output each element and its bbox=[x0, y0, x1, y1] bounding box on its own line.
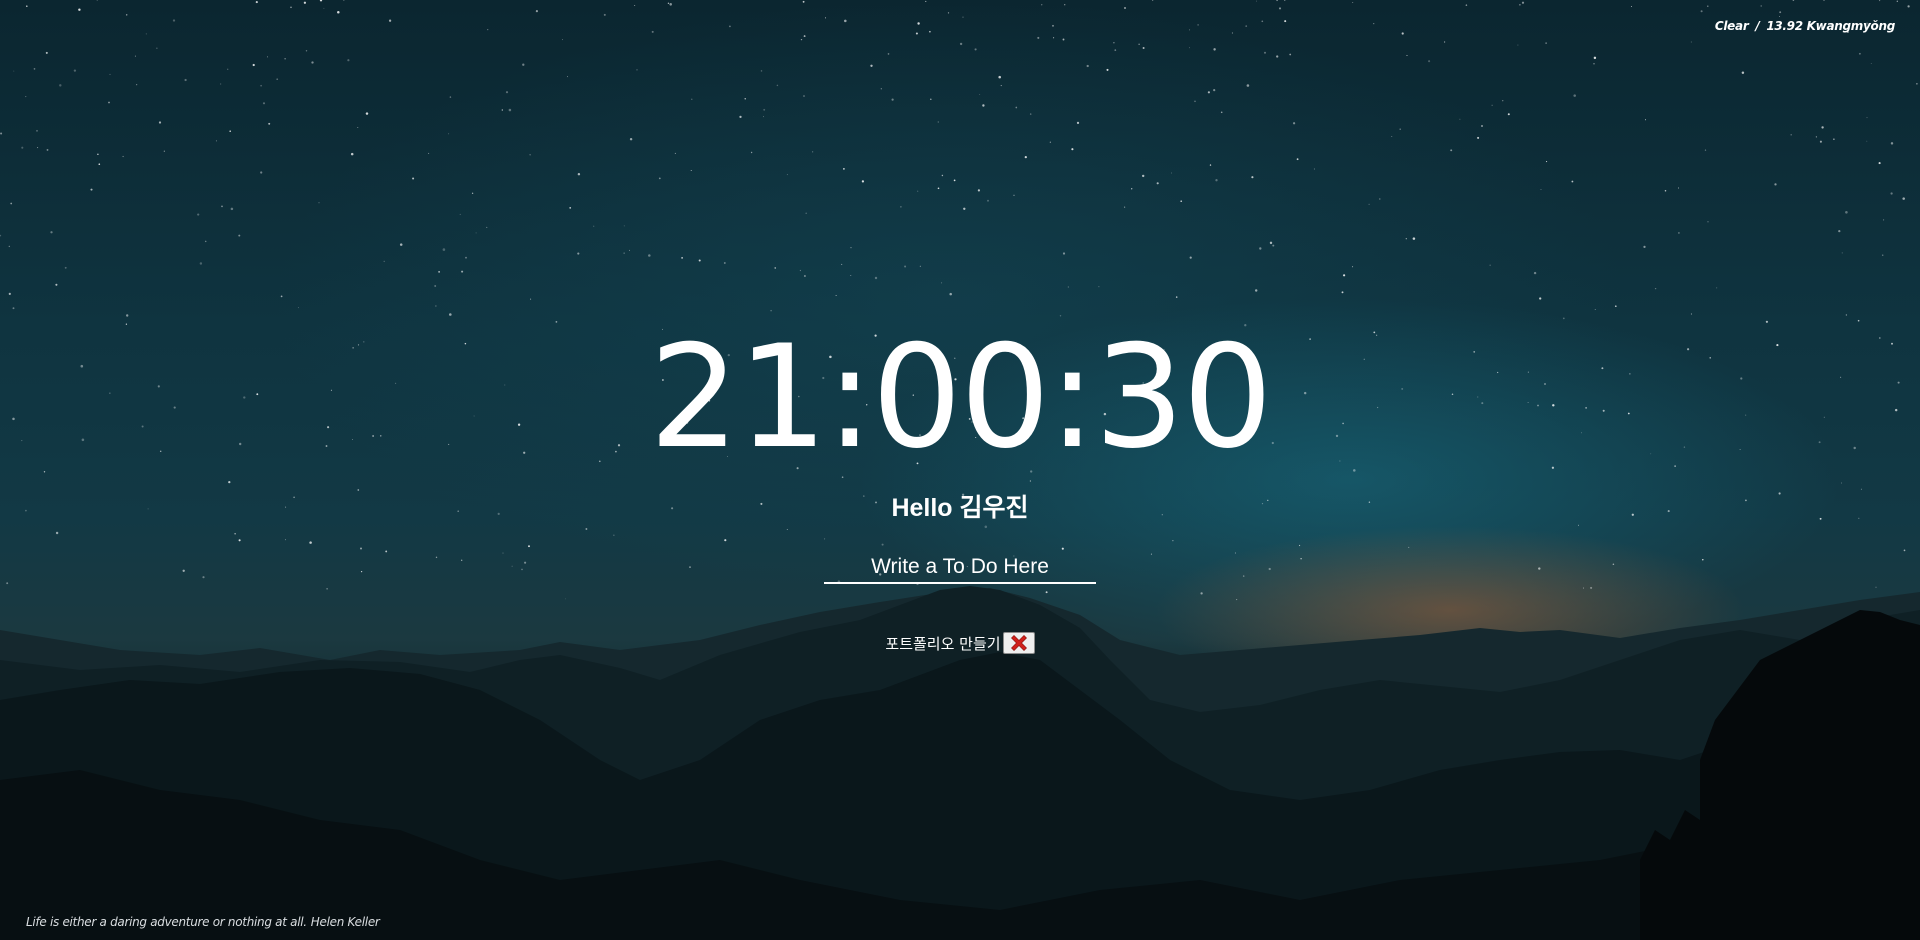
weather-temperature: 13.92 bbox=[1766, 19, 1803, 33]
delete-todo-button[interactable] bbox=[1002, 632, 1035, 654]
red-x-icon bbox=[1010, 635, 1027, 651]
todo-text: 포트폴리오 만들기 bbox=[885, 634, 1001, 653]
todo-list: 포트폴리오 만들기 bbox=[0, 632, 1920, 654]
list-item: 포트폴리오 만들기 bbox=[885, 632, 1035, 654]
weather-condition: Clear bbox=[1714, 19, 1749, 33]
weather-location: Kwangmyŏng bbox=[1806, 19, 1896, 33]
todo-form bbox=[0, 552, 1920, 584]
weather-separator: / bbox=[1755, 19, 1760, 33]
quote-text: Life is either a daring adventure or not… bbox=[26, 915, 307, 929]
quote-author: Helen Keller bbox=[310, 915, 380, 929]
background-photo: Clear / 13.92 Kwangmyŏng 21:00:30 Hello … bbox=[0, 0, 1920, 940]
quote: Life is either a daring adventure or not… bbox=[26, 915, 380, 929]
clock: 21:00:30 bbox=[649, 315, 1273, 480]
todo-input[interactable] bbox=[824, 552, 1096, 584]
weather-readout: Clear / 13.92 Kwangmyŏng bbox=[1715, 19, 1895, 33]
greeting: Hello 김우진 bbox=[891, 494, 1029, 522]
